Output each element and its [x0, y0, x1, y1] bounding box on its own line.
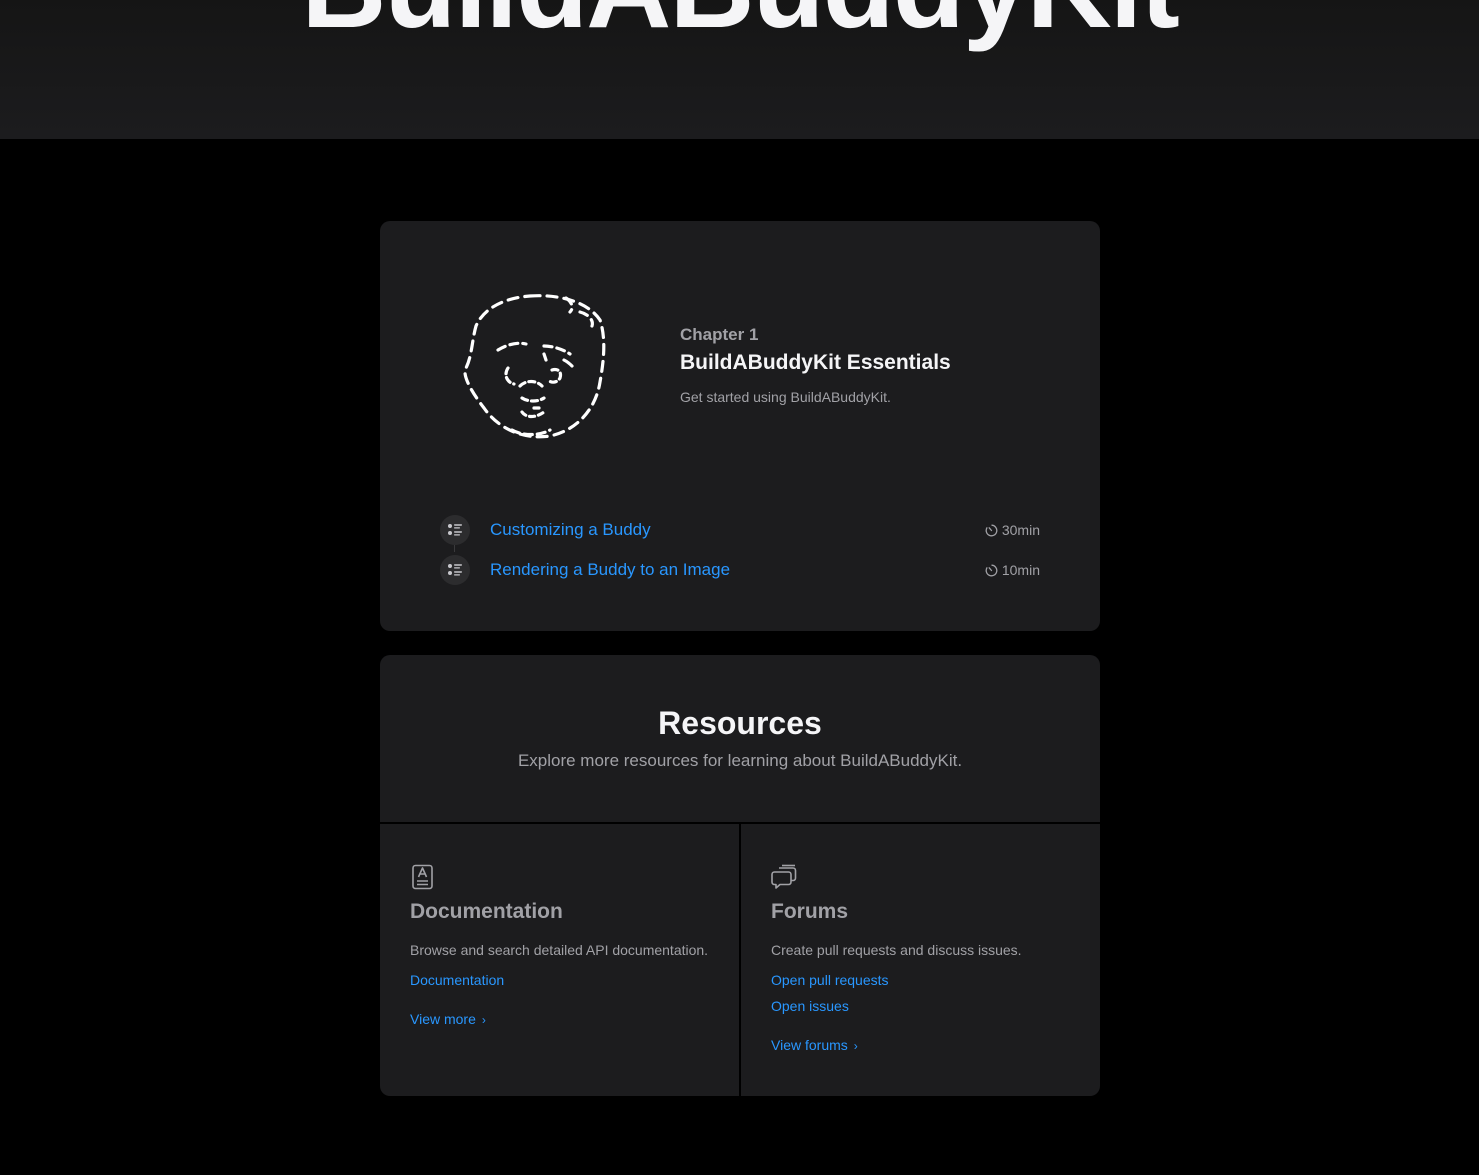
- forums-title: Forums: [771, 900, 849, 923]
- documentation-panel: Documentation Browse and search detailed…: [380, 824, 739, 1096]
- chapter-eyebrow: Chapter 1: [680, 325, 759, 344]
- resources-title: Resources: [658, 705, 822, 741]
- tutorial-row: Customizing a Buddy 30min: [440, 510, 1040, 550]
- tutorial-duration-text: 30min: [1001, 522, 1040, 538]
- documentation-description: Browse and search detailed API documenta…: [410, 942, 709, 958]
- resources-subtitle: Explore more resources for learning abou…: [517, 751, 963, 770]
- chevron-right-icon: ›: [853, 1039, 858, 1053]
- documentation-link[interactable]: Documentation: [410, 972, 504, 988]
- open-pull-requests-link[interactable]: Open pull requests: [771, 972, 889, 988]
- tutorial-link-customizing-a-buddy[interactable]: Customizing a Buddy: [490, 520, 651, 540]
- chapter-title: BuildABuddyKit Essentials: [680, 351, 951, 374]
- tutorial-list-icon: [440, 555, 470, 585]
- forums-panel: Forums Create pull requests and discuss …: [741, 824, 1100, 1096]
- hero-title: BuildABuddyKit: [0, 0, 1479, 46]
- view-forums-link[interactable]: View forums ›: [771, 1037, 858, 1053]
- tutorial-duration-text: 10min: [1001, 562, 1040, 578]
- resources-header: Resources Explore more resources for lea…: [380, 655, 1100, 822]
- tutorial-list-icon: [440, 515, 470, 545]
- resources-card: Resources Explore more resources for lea…: [380, 655, 1100, 1096]
- chevron-right-icon: ›: [481, 1013, 486, 1027]
- view-forums-label: View forums: [771, 1037, 848, 1053]
- forums-description: Create pull requests and discuss issues.: [771, 942, 1022, 958]
- view-more-label: View more: [410, 1011, 476, 1027]
- tutorial-duration: 30min: [985, 522, 1040, 538]
- open-issues-link[interactable]: Open issues: [771, 998, 849, 1014]
- chapter-description: Get started using BuildABuddyKit.: [680, 389, 891, 405]
- tutorial-list: Customizing a Buddy 30min Rendering a Bu…: [440, 510, 1040, 590]
- dashed-buddy-face-illustration: [463, 294, 606, 439]
- timer-icon: [985, 564, 998, 576]
- documentation-icon: [412, 864, 433, 890]
- forums-icon: [771, 864, 797, 889]
- tutorial-row: Rendering a Buddy to an Image 10min: [440, 550, 1040, 590]
- tutorial-duration: 10min: [985, 562, 1040, 578]
- hero-banner: BuildABuddyKit: [0, 0, 1479, 139]
- tutorial-link-rendering-a-buddy[interactable]: Rendering a Buddy to an Image: [490, 560, 730, 580]
- documentation-title: Documentation: [410, 900, 563, 923]
- timer-icon: [985, 524, 998, 536]
- view-more-link[interactable]: View more ›: [410, 1011, 486, 1027]
